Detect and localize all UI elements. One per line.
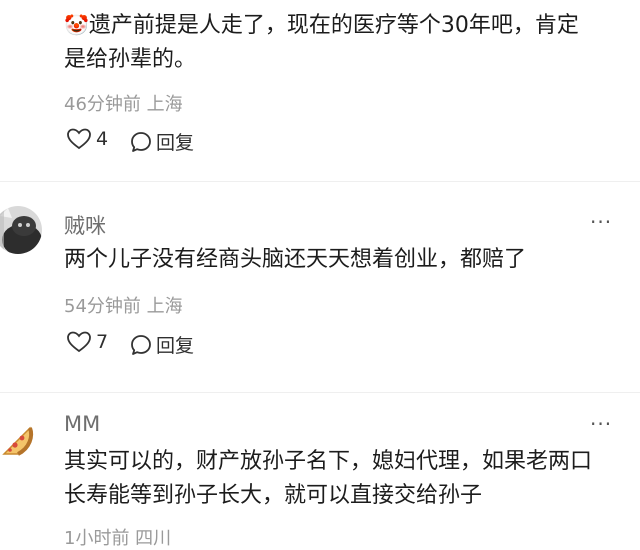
comment-text-line1: 遗产前提是人走了，现在的医疗等个30年吧，肯定 — [88, 13, 579, 38]
comment-item: MM ··· 其实可以的，财产放孙子名下，媳妇代理，如果老两口 长寿能等到孙子长… — [0, 400, 640, 549]
like-count: 7 — [96, 331, 109, 353]
heart-outline-icon — [67, 331, 91, 353]
more-button[interactable]: ··· — [590, 412, 612, 436]
comment-meta: 54分钟前 上海 — [64, 296, 183, 317]
username[interactable]: 贼咪 — [64, 210, 106, 240]
like-button[interactable]: 7 — [66, 331, 108, 353]
speech-bubble-icon — [131, 131, 151, 152]
avatar[interactable] — [0, 206, 42, 254]
more-button[interactable]: ··· — [590, 210, 612, 234]
comment-text-line2: 长寿能等到孙子长大，就可以直接交给孙子 — [64, 483, 483, 508]
avatar[interactable] — [0, 424, 36, 460]
reply-label: 回复 — [156, 132, 195, 154]
divider — [0, 392, 640, 393]
comment-text: 两个儿子没有经商头脑还天天想着创业，都赔了 — [64, 247, 527, 272]
comment-text: 🤡遗产前提是人走了，现在的医疗等个30年吧，肯定 — [64, 7, 634, 44]
more-dots-icon: ··· — [590, 412, 613, 436]
reply-button[interactable]: 回复 — [130, 128, 194, 155]
cat-avatar-image — [0, 206, 42, 254]
more-dots-icon: ··· — [590, 210, 613, 234]
comment-text-line1: 其实可以的，财产放孙子名下，媳妇代理，如果老两口 — [64, 449, 593, 474]
reply-button[interactable]: 回复 — [130, 331, 194, 358]
divider — [0, 181, 640, 182]
heart-outline-icon — [67, 128, 91, 150]
username[interactable]: MM — [64, 412, 100, 436]
clown-emoji: 🤡 — [64, 13, 89, 37]
reply-label: 回复 — [156, 335, 195, 357]
pizza-avatar-icon — [2, 426, 34, 456]
comment-meta: 46分钟前 上海 — [64, 94, 183, 115]
speech-bubble-icon — [131, 334, 151, 355]
comment-text-line2: 是给孙辈的。 — [64, 47, 197, 72]
like-button[interactable]: 4 — [66, 128, 108, 150]
comment-meta: 1小时前 四川 — [64, 528, 172, 549]
like-count: 4 — [96, 128, 109, 150]
comment-item: 贼咪 ··· 两个儿子没有经商头脑还天天想着创业，都赔了 54分钟前 上海 7 … — [0, 190, 640, 370]
comment-item: 🤡遗产前提是人走了，现在的医疗等个30年吧，肯定 是给孙辈的。 46分钟前 上海… — [0, 0, 640, 175]
